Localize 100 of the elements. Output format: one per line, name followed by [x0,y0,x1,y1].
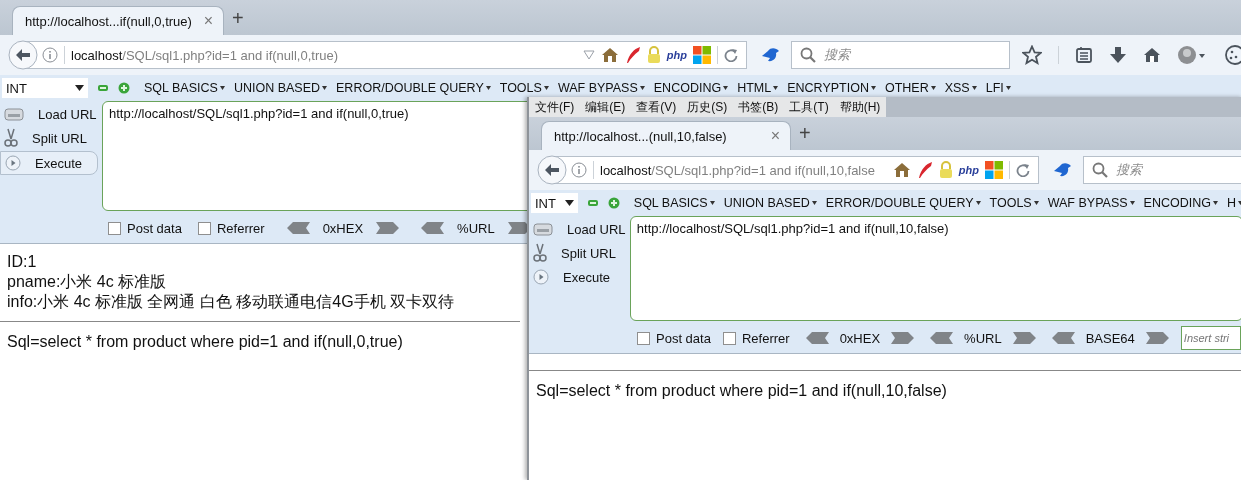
type-select[interactable]: INT [2,78,88,98]
hackbar-menu[interactable]: WAF BYPASS [1047,196,1135,210]
info-icon[interactable] [42,47,58,63]
home-icon[interactable] [1143,47,1161,63]
chevron-right-icon[interactable] [1011,332,1036,344]
hackbar-menu[interactable]: TOOLS [499,81,549,95]
chevron-left-icon[interactable] [421,222,446,234]
back-icon[interactable] [537,155,567,185]
chevron-left-icon[interactable] [1051,332,1076,344]
address-field[interactable]: localhost/SQL/sql1.php?id=1 and if(null,0,true) php [26,41,747,69]
info-icon[interactable] [571,162,587,178]
hackbar-menu[interactable]: UNION BASED [233,81,327,95]
search-icon [1091,162,1108,178]
hackbar-menu[interactable]: SQL BASICS [144,81,225,95]
chevron-right-icon[interactable] [375,222,400,234]
hackbar-menu[interactable]: UNION BASED [723,196,817,210]
lock-icon[interactable] [938,161,953,179]
hackbar-menu[interactable]: XSS [944,81,977,95]
close-tab-button[interactable]: × [203,12,213,30]
hackbar-menu[interactable]: H [1226,196,1241,210]
feather-icon[interactable] [624,46,641,64]
search-field[interactable]: 搜索 [1082,156,1241,184]
bird-icon[interactable] [1052,161,1073,179]
caret-icon [930,86,936,90]
checkbox[interactable] [637,331,650,345]
menu-item[interactable]: 书签(B) [738,98,779,116]
search-icon [799,47,816,63]
bird-icon[interactable] [760,46,781,64]
windows-logo-icon[interactable] [692,46,711,64]
php-badge[interactable]: php [666,49,687,61]
action-button[interactable]: Split URL [0,127,98,149]
close-tab-button[interactable]: × [770,127,780,145]
menu-item[interactable]: 编辑(E) [585,98,626,116]
drive-icon [4,105,24,123]
minus-icon[interactable] [586,197,599,209]
chevron-left-icon[interactable] [805,332,830,344]
checkbox-label: Post data [127,220,182,236]
hackbar-menu[interactable]: OTHER [884,81,936,95]
lock-icon[interactable] [646,46,661,64]
hackbar-menu[interactable]: ENCODING [1143,196,1218,210]
action-button[interactable]: Execute [529,266,626,288]
avatar-icon[interactable] [1177,45,1207,65]
cookie-icon[interactable] [1223,45,1241,65]
menu-item[interactable]: 文件(F) [535,98,575,116]
dropdown-icon[interactable] [582,50,595,60]
action-button[interactable]: Load URL [529,218,626,240]
new-tab-button[interactable]: + [799,122,811,150]
caret-icon [773,86,779,90]
download-icon[interactable] [1109,46,1127,64]
star-icon[interactable] [1022,45,1042,65]
chevron-right-icon[interactable] [1144,332,1169,344]
hackbar-menu[interactable]: ENCODING [653,81,729,95]
php-badge[interactable]: php [958,164,979,176]
chevron-left-icon[interactable] [286,222,311,234]
feather-icon[interactable] [916,161,933,179]
encoder-label: %URL [964,330,1002,346]
url-textarea[interactable]: http://localhost/SQL/sql1.php?id=1 and if(null,10,false) [629,216,1241,321]
action-button[interactable]: Load URL [0,103,98,125]
checkbox[interactable] [108,221,121,235]
checkbox-label: Referrer [216,220,265,236]
chevron-right-icon[interactable] [890,332,915,344]
menu-item[interactable]: 帮助(H) [839,98,881,116]
reload-icon[interactable] [723,48,738,62]
insert-string-field[interactable]: Insert stri [1180,326,1241,350]
hackbar-menu[interactable]: ENCRYPTION [787,81,876,95]
caret-icon [564,200,574,206]
minus-icon[interactable] [97,82,109,94]
hackbar-menu[interactable]: ERROR/DOUBLE QUERY [825,196,981,210]
hackbar-menu[interactable]: WAF BYPASS [557,81,645,95]
caret-icon [1033,201,1039,205]
plus-icon[interactable] [607,197,620,209]
caret-icon [723,86,729,90]
hackbar-menu[interactable]: ERROR/DOUBLE QUERY [336,81,491,95]
browser-tab[interactable]: http://localhost...if(null,0,true) × [12,6,224,35]
checkbox[interactable] [722,331,736,345]
search-field[interactable]: 搜索 [790,41,1010,69]
home-icon[interactable] [892,162,911,178]
browser-tab[interactable]: http://localhost...(null,10,false) × [541,121,791,150]
type-select[interactable]: INT [531,193,578,213]
checkbox[interactable] [197,221,211,235]
search-placeholder: 搜索 [1115,161,1142,179]
home-icon[interactable] [600,47,619,63]
tab-title: http://localhost...if(null,0,true) [25,13,192,29]
new-tab-button[interactable]: + [232,7,244,35]
reading-list-icon[interactable] [1075,46,1093,64]
menu-item[interactable]: 工具(T) [789,98,829,116]
hackbar-menu[interactable]: TOOLS [989,196,1039,210]
hackbar-menu[interactable]: LFI [985,81,1011,95]
hackbar-menu[interactable]: HTML [737,81,779,95]
windows-logo-icon[interactable] [984,161,1003,179]
address-field[interactable]: localhost/SQL/sql1.php?id=1 and if(null,10,false php [555,156,1039,184]
back-icon[interactable] [8,40,38,70]
chevron-left-icon[interactable] [930,332,955,344]
reload-icon[interactable] [1015,163,1030,177]
action-button[interactable]: Split URL [529,242,626,264]
menu-item[interactable]: 查看(V) [636,98,677,116]
plus-icon[interactable] [118,82,130,94]
action-button[interactable]: Execute [0,151,98,175]
encoder-label: BASE64 [1085,330,1135,346]
hackbar-menu[interactable]: SQL BASICS [633,196,715,210]
